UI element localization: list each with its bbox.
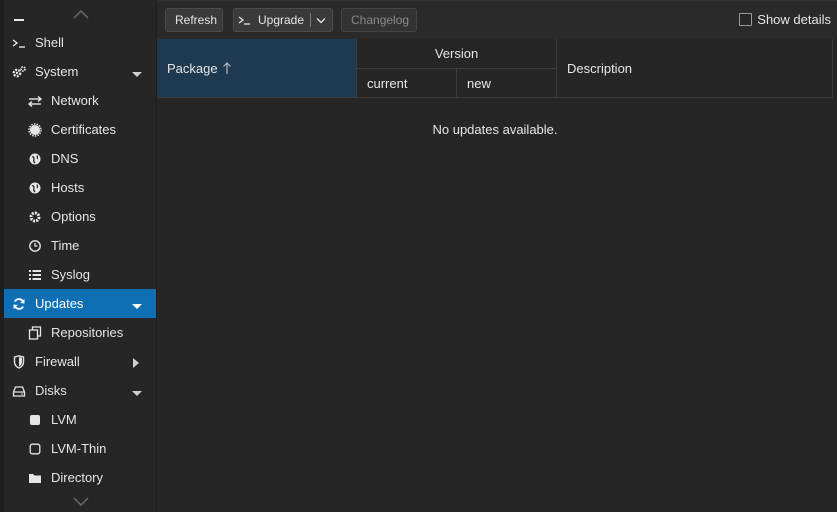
sidebar-item-label: Repositories [51, 325, 124, 340]
column-header-label: Package [167, 60, 218, 76]
partial-item-line [14, 19, 24, 21]
sidebar-item-label: Options [51, 209, 96, 224]
sidebar-item-lvm-thin[interactable]: LVM-Thin [4, 434, 156, 463]
certificate-icon [26, 122, 44, 138]
sidebar-item-network[interactable]: Network [4, 86, 156, 115]
folder-icon [26, 470, 44, 486]
updates-grid: Package Version current new Description … [157, 39, 833, 512]
shield-icon [10, 354, 28, 370]
square-icon [26, 412, 44, 428]
sidebar-item-label: Certificates [51, 122, 117, 137]
toolbar: Refresh Upgrade Changelog Show details [157, 0, 837, 39]
globe-icon [26, 180, 44, 196]
sort-ascending-icon [222, 61, 232, 75]
sidebar-item-hosts[interactable]: Hosts [4, 173, 156, 202]
show-details-label: Show details [757, 12, 831, 27]
show-details-toggle[interactable]: Show details [739, 12, 831, 27]
sidebar-item-label: Disks [35, 383, 67, 398]
sidebar-item-lvm[interactable]: LVM [4, 405, 156, 434]
sidebar-item-firewall[interactable]: Firewall [4, 347, 156, 376]
sidebar-item-label: System [35, 64, 79, 79]
square-outline-icon [26, 441, 44, 457]
sidebar-item-time[interactable]: Time [4, 231, 156, 260]
navigation-tree: Shell System Network Certificates DNS Ho… [0, 0, 157, 512]
sidebar-item-label: Shell [35, 35, 64, 50]
chevron-down-icon[interactable] [132, 386, 142, 396]
column-header-package[interactable]: Package [157, 39, 357, 98]
sidebar-item-label: Firewall [35, 354, 80, 369]
column-header-new[interactable]: new [457, 69, 557, 98]
sidebar-item-disks[interactable]: Disks [4, 376, 156, 405]
column-header-label: Version [434, 46, 479, 61]
sidebar-item-repositories[interactable]: Repositories [4, 318, 156, 347]
sidebar-item-directory[interactable]: Directory [4, 463, 156, 492]
hdd-icon [10, 383, 28, 399]
sidebar-item-label: Hosts [51, 180, 85, 195]
terminal-icon [238, 14, 252, 26]
upgrade-split-button[interactable]: Upgrade [233, 8, 333, 32]
sidebar-item-label: DNS [51, 151, 79, 166]
chevron-down-icon[interactable] [132, 299, 142, 309]
sidebar-item-label: Updates [35, 296, 84, 311]
sidebar-item-label: Time [51, 238, 80, 253]
chevron-down-icon[interactable] [132, 67, 142, 77]
chevron-right-icon[interactable] [132, 356, 140, 368]
column-header-label: new [467, 75, 491, 91]
sidebar-item-updates[interactable]: Updates [4, 289, 156, 318]
refresh-button-label: Refresh [175, 13, 218, 27]
gear-icon [26, 209, 44, 225]
files-icon [26, 325, 44, 341]
list-icon [26, 267, 44, 283]
sidebar-item-label: Network [51, 93, 99, 108]
sidebar-item-syslog[interactable]: Syslog [4, 260, 156, 289]
sidebar-item-label: Syslog [51, 267, 91, 282]
refresh-button[interactable]: Refresh [165, 8, 223, 32]
changelog-button[interactable]: Changelog [341, 8, 417, 32]
column-header-description[interactable]: Description [557, 39, 833, 98]
refresh-icon [10, 296, 28, 312]
upgrade-button[interactable]: Upgrade [234, 9, 310, 31]
clock-icon [26, 238, 44, 254]
show-details-checkbox[interactable] [739, 13, 753, 26]
exchange-icon [26, 93, 44, 109]
upgrade-menu-chevron-down-icon[interactable] [311, 9, 332, 31]
sidebar-item-dns[interactable]: DNS [4, 144, 156, 173]
sidebar-item-label: LVM-Thin [51, 441, 107, 456]
changelog-button-label: Changelog [351, 13, 410, 27]
cogs-icon [10, 64, 28, 80]
scroll-down-icon[interactable] [72, 495, 90, 507]
sidebar-item-certificates[interactable]: Certificates [4, 115, 156, 144]
empty-state-text: No updates available. [432, 122, 558, 137]
sidebar-item-label: LVM [51, 412, 77, 427]
column-header-current[interactable]: current [357, 69, 457, 98]
sidebar-item-label: Directory [51, 470, 104, 485]
sidebar-item-options[interactable]: Options [4, 202, 156, 231]
globe-icon [26, 151, 44, 167]
sidebar-item-system[interactable]: System [4, 57, 156, 86]
upgrade-button-label: Upgrade [258, 13, 305, 27]
sidebar-item-shell[interactable]: Shell [4, 28, 156, 57]
terminal-icon [10, 35, 28, 51]
column-group-version: Version [357, 39, 557, 69]
column-header-label: Description [567, 60, 633, 76]
scroll-up-icon[interactable] [72, 8, 90, 20]
column-header-label: current [367, 75, 408, 91]
